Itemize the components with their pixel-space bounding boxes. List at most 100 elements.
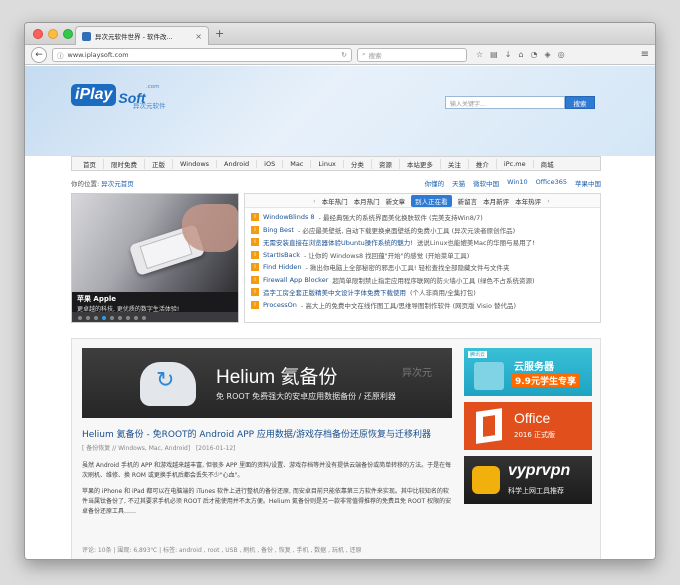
news-bullet-icon: i	[251, 225, 259, 234]
site-search-input[interactable]: 输入关键字...	[445, 96, 565, 109]
news-item-title[interactable]: Firewall App Blocker	[263, 276, 328, 284]
quick-link[interactable]: 苹果中国	[575, 178, 601, 188]
ad-cloud-server[interactable]: 腾讯云 云服务器 9.9元学生专享	[464, 348, 592, 396]
nav-item[interactable]: 正版	[145, 158, 173, 169]
article-paragraph-2: 苹果的 iPhone 和 iPad 都可以在电脑端的 iTunes 软件上进行整…	[82, 488, 452, 515]
title-bar: 异次元软件世界 - 软件改... × +	[25, 23, 655, 45]
news-item-title[interactable]: 造字工房全套正版精美中文设计字体免费下载使用	[263, 287, 406, 297]
new-tab-button[interactable]: +	[215, 27, 224, 40]
nav-item[interactable]: 本站更多	[400, 158, 441, 169]
featured-slider[interactable]: 苹果 Apple 更卓越的科技, 更优质的数字生活体验!	[71, 193, 239, 323]
list-item[interactable]: i 无需安装直接在浏览器体验Ubuntu操作系统的魅力! 送说Linux也能媲美M…	[251, 236, 594, 249]
list-item[interactable]: i 造字工房全套正版精美中文设计字体免费下载使用 (个人非商用/全集打包)	[251, 286, 594, 299]
browser-search-placeholder: 搜索	[368, 51, 382, 60]
news-prev-icon[interactable]: ‹	[313, 197, 316, 205]
site-search-button[interactable]: 搜索	[565, 96, 595, 109]
slider-dot[interactable]	[126, 316, 130, 320]
news-tab[interactable]: 新文章	[386, 196, 406, 206]
slider-dot[interactable]	[94, 316, 98, 320]
maximize-window-button[interactable]	[63, 29, 73, 39]
address-bar[interactable]: ⓘ www.iplaysoft.com ↻	[52, 47, 352, 62]
list-item[interactable]: i Find Hidden - 揪出你电脑上全部秘密的邪恶小工具! 轻松查找全部隐…	[251, 261, 594, 274]
news-bullet-icon: i	[251, 263, 259, 272]
news-bullet-icon: i	[251, 275, 259, 284]
news-next-icon[interactable]: ›	[547, 197, 550, 205]
slider-dot[interactable]	[142, 316, 146, 320]
home-icon[interactable]: ⌂	[518, 50, 523, 59]
quick-link[interactable]: Office365	[536, 178, 567, 188]
news-item-title[interactable]: Find Hidden	[263, 263, 301, 271]
news-tab[interactable]: 别人正在看	[411, 194, 452, 207]
sync-icon[interactable]: ◎	[558, 50, 565, 59]
nav-item[interactable]: 分类	[344, 158, 372, 169]
quick-link[interactable]: 你懂的	[425, 178, 445, 188]
news-item-title[interactable]: StartIsBack	[263, 251, 300, 259]
quick-link[interactable]: Win10	[507, 178, 527, 188]
reload-icon[interactable]: ↻	[341, 51, 347, 59]
article-date: [2016-01-12]	[195, 445, 236, 452]
slider-dot[interactable]	[102, 316, 106, 320]
news-item-title[interactable]: 无需安装直接在浏览器体验Ubuntu操作系统的魅力!	[263, 237, 413, 247]
slider-dot[interactable]	[86, 316, 90, 320]
nav-item[interactable]: Mac	[283, 159, 312, 168]
site-search: 输入关键字... 搜索	[445, 96, 595, 109]
news-item-desc: 送说Linux也能媲美Mac的华丽与易用了!	[416, 239, 535, 248]
url-text: www.iplaysoft.com	[67, 50, 129, 59]
nav-item[interactable]: iPc.me	[497, 159, 534, 168]
browser-tab[interactable]: 异次元软件世界 - 软件改... ×	[75, 26, 209, 45]
list-item[interactable]: i StartIsBack - 让你的 Windows8 找回蕴"开始"的感觉 (…	[251, 249, 594, 262]
ad-vypr-sub: 科学上网工具推荐	[508, 487, 564, 495]
list-item[interactable]: i ProcessOn - 高大上的免费中文在线作图工具/思维导图制作软件 (网页…	[251, 299, 594, 312]
list-item[interactable]: i WindowBlinds 8 - 最经典强大的系统界面美化换肤软件 (完美支持…	[251, 211, 594, 224]
bookmark-star-icon[interactable]: ☆	[476, 50, 483, 59]
extension-icon[interactable]: ◈	[545, 50, 551, 59]
news-item-title[interactable]: ProcessOn	[263, 301, 297, 309]
nav-item[interactable]: Android	[217, 159, 258, 168]
news-item-title[interactable]: WindowBlinds 8	[263, 213, 315, 221]
news-tab[interactable]: 本月热门	[354, 196, 380, 206]
back-button[interactable]: ←	[31, 46, 47, 63]
slider-dot[interactable]	[134, 316, 138, 320]
slider-dot[interactable]	[110, 316, 114, 320]
downloads-icon[interactable]: ↓	[505, 50, 512, 59]
news-tab[interactable]: 本月新评	[483, 196, 509, 206]
article-category[interactable]: [ 备份恢复 // Windows, Mac, Android]	[82, 445, 190, 452]
nav-item[interactable]: 首页	[76, 158, 104, 169]
list-item[interactable]: i Firewall App Blocker 超简单限制禁止指定应用程序联网的防火…	[251, 274, 594, 287]
news-tab[interactable]: 新留言	[458, 196, 478, 206]
slider-dot[interactable]	[118, 316, 122, 320]
reading-list-icon[interactable]: ▤	[490, 50, 498, 59]
article-title[interactable]: Helium 氦备份 - 免ROOT的 Android APP 应用数据/游戏存…	[82, 427, 431, 440]
ad-vyprvpn[interactable]: vyprvpn 科学上网工具推荐	[464, 456, 592, 504]
nav-item[interactable]: 限时免费	[104, 158, 145, 169]
ad-cloud-art	[474, 362, 504, 390]
close-window-button[interactable]	[33, 29, 43, 39]
news-item-desc: 超简单限制禁止指定应用程序联网的防火墙小工具 (绿色不占系统资源)	[332, 276, 535, 285]
info-icon[interactable]: ⓘ	[57, 50, 64, 60]
article-banner[interactable]: Helium 氦备份 免 ROOT 免费强大的安卓应用数据备份 / 还原利器 异…	[82, 348, 452, 418]
quick-link[interactable]: 微软中国	[473, 178, 499, 188]
nav-item[interactable]: iOS	[257, 159, 284, 168]
news-tab[interactable]: 本年热评	[515, 196, 541, 206]
nav-item[interactable]: 关注	[441, 158, 469, 169]
browser-search-box[interactable]: ⌕ 搜索	[357, 47, 467, 62]
nav-item[interactable]: 商城	[534, 159, 561, 169]
breadcrumb-home-link[interactable]: 异次元首页	[101, 178, 134, 188]
pocket-icon[interactable]: ◔	[531, 50, 538, 59]
nav-item[interactable]: 推介	[469, 158, 497, 169]
minimize-window-button[interactable]	[48, 29, 58, 39]
slider-dot[interactable]	[78, 316, 82, 320]
nav-item[interactable]: Windows	[173, 159, 218, 168]
list-item[interactable]: i Bing Best - 必应最美壁纸, 自动下载更换桌面壁纸的免费小工具 (异…	[251, 224, 594, 237]
quick-link[interactable]: 天猫	[452, 178, 465, 188]
ad-office[interactable]: Office 2016 正式版	[464, 402, 592, 450]
site-logo[interactable]: iPlay Soft .com 异次元软件	[71, 84, 166, 110]
nav-item[interactable]: 资源	[372, 158, 400, 169]
slider-caption[interactable]: 苹果 Apple 更卓越的科技, 更优质的数字生活体验!	[72, 292, 238, 313]
article-paragraph-1: 虽然 Android 手机的 APP 和游戏越来越丰富, 但很多 APP 里面的…	[82, 462, 452, 479]
nav-item[interactable]: Linux	[311, 159, 344, 168]
tab-close-icon[interactable]: ×	[195, 32, 202, 41]
hamburger-menu-icon[interactable]: ≡	[641, 49, 649, 60]
news-item-title[interactable]: Bing Best	[263, 226, 294, 234]
news-tab[interactable]: 本年热门	[322, 196, 348, 206]
